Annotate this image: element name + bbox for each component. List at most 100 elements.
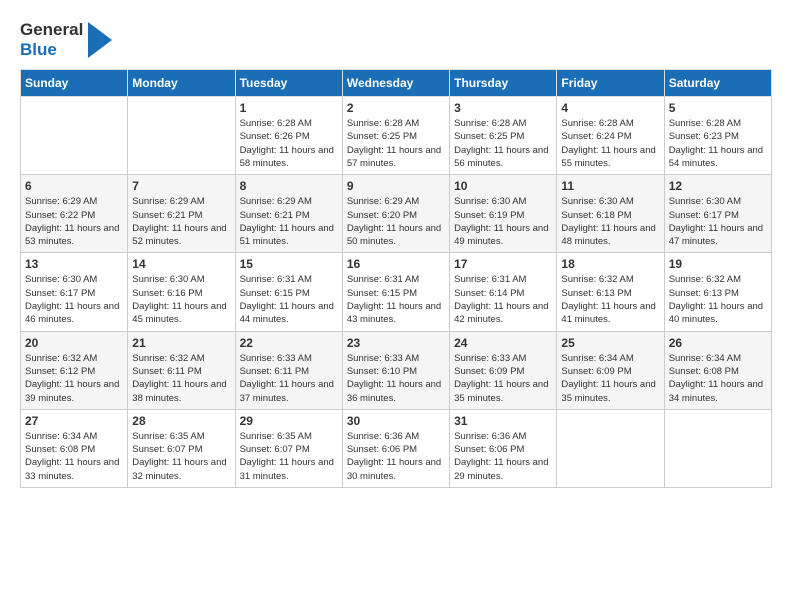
calendar-week-row: 13 Sunrise: 6:30 AM Sunset: 6:17 PM Dayli… <box>21 253 772 331</box>
day-number: 13 <box>25 257 123 271</box>
day-info: Sunrise: 6:30 AM Sunset: 6:19 PM Dayligh… <box>454 195 552 248</box>
day-info: Sunrise: 6:31 AM Sunset: 6:14 PM Dayligh… <box>454 273 552 326</box>
day-info: Sunrise: 6:29 AM Sunset: 6:20 PM Dayligh… <box>347 195 445 248</box>
day-number: 1 <box>240 101 338 115</box>
calendar-body: 1 Sunrise: 6:28 AM Sunset: 6:26 PM Daylig… <box>21 97 772 488</box>
day-number: 17 <box>454 257 552 271</box>
weekday-header: Saturday <box>664 70 771 97</box>
day-info: Sunrise: 6:33 AM Sunset: 6:11 PM Dayligh… <box>240 352 338 405</box>
calendar-table: SundayMondayTuesdayWednesdayThursdayFrid… <box>20 69 772 488</box>
calendar-week-row: 1 Sunrise: 6:28 AM Sunset: 6:26 PM Daylig… <box>21 97 772 175</box>
day-number: 10 <box>454 179 552 193</box>
calendar-cell: 4 Sunrise: 6:28 AM Sunset: 6:24 PM Daylig… <box>557 97 664 175</box>
day-info: Sunrise: 6:34 AM Sunset: 6:08 PM Dayligh… <box>25 430 123 483</box>
calendar-week-row: 20 Sunrise: 6:32 AM Sunset: 6:12 PM Dayli… <box>21 331 772 409</box>
calendar-header-row: SundayMondayTuesdayWednesdayThursdayFrid… <box>21 70 772 97</box>
day-number: 30 <box>347 414 445 428</box>
logo-icon <box>88 22 112 58</box>
day-info: Sunrise: 6:28 AM Sunset: 6:24 PM Dayligh… <box>561 117 659 170</box>
calendar-cell: 23 Sunrise: 6:33 AM Sunset: 6:10 PM Dayli… <box>342 331 449 409</box>
day-info: Sunrise: 6:30 AM Sunset: 6:17 PM Dayligh… <box>669 195 767 248</box>
calendar-cell: 26 Sunrise: 6:34 AM Sunset: 6:08 PM Dayli… <box>664 331 771 409</box>
day-number: 24 <box>454 336 552 350</box>
day-info: Sunrise: 6:32 AM Sunset: 6:12 PM Dayligh… <box>25 352 123 405</box>
calendar-cell: 25Sunrise: 6:34 AM Sunset: 6:09 PM Dayli… <box>557 331 664 409</box>
day-number: 23 <box>347 336 445 350</box>
day-number: 19 <box>669 257 767 271</box>
calendar-cell: 9Sunrise: 6:29 AM Sunset: 6:20 PM Daylig… <box>342 175 449 253</box>
weekday-header: Wednesday <box>342 70 449 97</box>
day-info: Sunrise: 6:34 AM Sunset: 6:08 PM Dayligh… <box>669 352 767 405</box>
day-number: 21 <box>132 336 230 350</box>
day-number: 15 <box>240 257 338 271</box>
calendar-cell: 31Sunrise: 6:36 AM Sunset: 6:06 PM Dayli… <box>450 409 557 487</box>
day-number: 28 <box>132 414 230 428</box>
day-info: Sunrise: 6:28 AM Sunset: 6:25 PM Dayligh… <box>454 117 552 170</box>
day-info: Sunrise: 6:33 AM Sunset: 6:09 PM Dayligh… <box>454 352 552 405</box>
day-number: 2 <box>347 101 445 115</box>
calendar-week-row: 6 Sunrise: 6:29 AM Sunset: 6:22 PM Daylig… <box>21 175 772 253</box>
logo-text: General Blue <box>20 20 112 59</box>
calendar-cell: 30Sunrise: 6:36 AM Sunset: 6:06 PM Dayli… <box>342 409 449 487</box>
day-info: Sunrise: 6:35 AM Sunset: 6:07 PM Dayligh… <box>240 430 338 483</box>
day-number: 12 <box>669 179 767 193</box>
day-number: 4 <box>561 101 659 115</box>
calendar-cell: 1 Sunrise: 6:28 AM Sunset: 6:26 PM Daylig… <box>235 97 342 175</box>
calendar-cell: 28Sunrise: 6:35 AM Sunset: 6:07 PM Dayli… <box>128 409 235 487</box>
day-info: Sunrise: 6:29 AM Sunset: 6:21 PM Dayligh… <box>240 195 338 248</box>
day-info: Sunrise: 6:28 AM Sunset: 6:25 PM Dayligh… <box>347 117 445 170</box>
day-info: Sunrise: 6:28 AM Sunset: 6:26 PM Dayligh… <box>240 117 338 170</box>
calendar-cell: 12 Sunrise: 6:30 AM Sunset: 6:17 PM Dayli… <box>664 175 771 253</box>
day-info: Sunrise: 6:31 AM Sunset: 6:15 PM Dayligh… <box>347 273 445 326</box>
day-info: Sunrise: 6:31 AM Sunset: 6:15 PM Dayligh… <box>240 273 338 326</box>
calendar-cell: 2 Sunrise: 6:28 AM Sunset: 6:25 PM Daylig… <box>342 97 449 175</box>
calendar-cell: 15 Sunrise: 6:31 AM Sunset: 6:15 PM Dayli… <box>235 253 342 331</box>
calendar-cell <box>21 97 128 175</box>
calendar-cell: 21 Sunrise: 6:32 AM Sunset: 6:11 PM Dayli… <box>128 331 235 409</box>
day-info: Sunrise: 6:29 AM Sunset: 6:21 PM Dayligh… <box>132 195 230 248</box>
calendar-cell: 24 Sunrise: 6:33 AM Sunset: 6:09 PM Dayli… <box>450 331 557 409</box>
day-number: 3 <box>454 101 552 115</box>
calendar-cell: 10 Sunrise: 6:30 AM Sunset: 6:19 PM Dayli… <box>450 175 557 253</box>
weekday-header: Tuesday <box>235 70 342 97</box>
day-info: Sunrise: 6:30 AM Sunset: 6:16 PM Dayligh… <box>132 273 230 326</box>
calendar-cell: 18 Sunrise: 6:32 AM Sunset: 6:13 PM Dayli… <box>557 253 664 331</box>
day-info: Sunrise: 6:32 AM Sunset: 6:13 PM Dayligh… <box>561 273 659 326</box>
calendar-cell: 14Sunrise: 6:30 AM Sunset: 6:16 PM Dayli… <box>128 253 235 331</box>
weekday-header: Friday <box>557 70 664 97</box>
day-number: 26 <box>669 336 767 350</box>
day-info: Sunrise: 6:33 AM Sunset: 6:10 PM Dayligh… <box>347 352 445 405</box>
calendar-cell <box>557 409 664 487</box>
calendar-cell: 7Sunrise: 6:29 AM Sunset: 6:21 PM Daylig… <box>128 175 235 253</box>
day-number: 31 <box>454 414 552 428</box>
day-info: Sunrise: 6:32 AM Sunset: 6:13 PM Dayligh… <box>669 273 767 326</box>
calendar-cell: 16 Sunrise: 6:31 AM Sunset: 6:15 PM Dayli… <box>342 253 449 331</box>
calendar-cell: 29 Sunrise: 6:35 AM Sunset: 6:07 PM Dayli… <box>235 409 342 487</box>
calendar-cell: 6 Sunrise: 6:29 AM Sunset: 6:22 PM Daylig… <box>21 175 128 253</box>
day-number: 27 <box>25 414 123 428</box>
weekday-header: Sunday <box>21 70 128 97</box>
calendar-cell: 8 Sunrise: 6:29 AM Sunset: 6:21 PM Daylig… <box>235 175 342 253</box>
weekday-header: Thursday <box>450 70 557 97</box>
day-info: Sunrise: 6:28 AM Sunset: 6:23 PM Dayligh… <box>669 117 767 170</box>
calendar-cell: 22 Sunrise: 6:33 AM Sunset: 6:11 PM Dayli… <box>235 331 342 409</box>
day-info: Sunrise: 6:32 AM Sunset: 6:11 PM Dayligh… <box>132 352 230 405</box>
logo: General Blue <box>20 20 112 59</box>
day-info: Sunrise: 6:30 AM Sunset: 6:17 PM Dayligh… <box>25 273 123 326</box>
day-info: Sunrise: 6:29 AM Sunset: 6:22 PM Dayligh… <box>25 195 123 248</box>
day-number: 20 <box>25 336 123 350</box>
day-number: 22 <box>240 336 338 350</box>
day-number: 8 <box>240 179 338 193</box>
calendar-cell: 13 Sunrise: 6:30 AM Sunset: 6:17 PM Dayli… <box>21 253 128 331</box>
day-number: 25 <box>561 336 659 350</box>
calendar-cell <box>128 97 235 175</box>
day-number: 18 <box>561 257 659 271</box>
day-number: 16 <box>347 257 445 271</box>
calendar-cell: 3 Sunrise: 6:28 AM Sunset: 6:25 PM Daylig… <box>450 97 557 175</box>
calendar-cell: 27 Sunrise: 6:34 AM Sunset: 6:08 PM Dayli… <box>21 409 128 487</box>
day-number: 6 <box>25 179 123 193</box>
day-number: 29 <box>240 414 338 428</box>
page-header: General Blue <box>20 20 772 59</box>
calendar-cell: 11Sunrise: 6:30 AM Sunset: 6:18 PM Dayli… <box>557 175 664 253</box>
calendar-cell: 5Sunrise: 6:28 AM Sunset: 6:23 PM Daylig… <box>664 97 771 175</box>
